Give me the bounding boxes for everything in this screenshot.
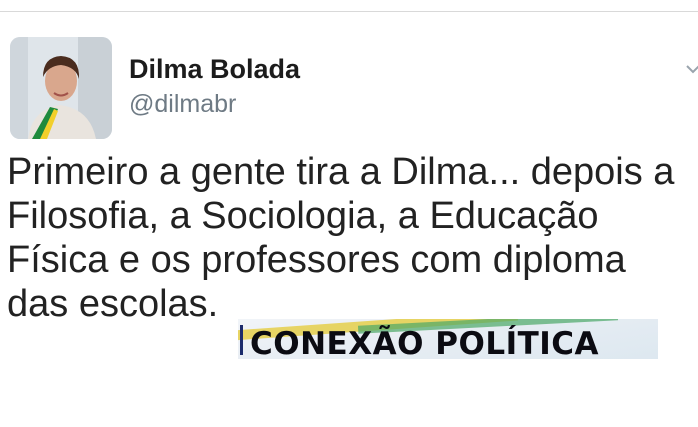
author-handle[interactable]: @dilmabr: [129, 90, 236, 119]
avatar[interactable]: [10, 37, 112, 139]
author-display-name[interactable]: Dilma Bolada: [129, 54, 300, 85]
top-divider: [0, 11, 698, 12]
tweet-line: Primeiro a gente tira a Dilma... depois …: [7, 151, 675, 193]
tweet-text: Primeiro a gente tira a Dilma... depois …: [7, 150, 687, 326]
profile-photo-icon: [10, 37, 112, 139]
watermark-banner: CONEXÃO POLÍTICA: [238, 319, 658, 359]
tweet-line: Filosofia, a Sociologia, a Educação: [7, 195, 599, 237]
watermark-text: CONEXÃO POLÍTICA: [250, 326, 600, 359]
chevron-down-icon[interactable]: [686, 62, 698, 76]
tweet-line: Física e os professores com diploma: [7, 239, 626, 281]
watermark-edge: [240, 325, 243, 355]
